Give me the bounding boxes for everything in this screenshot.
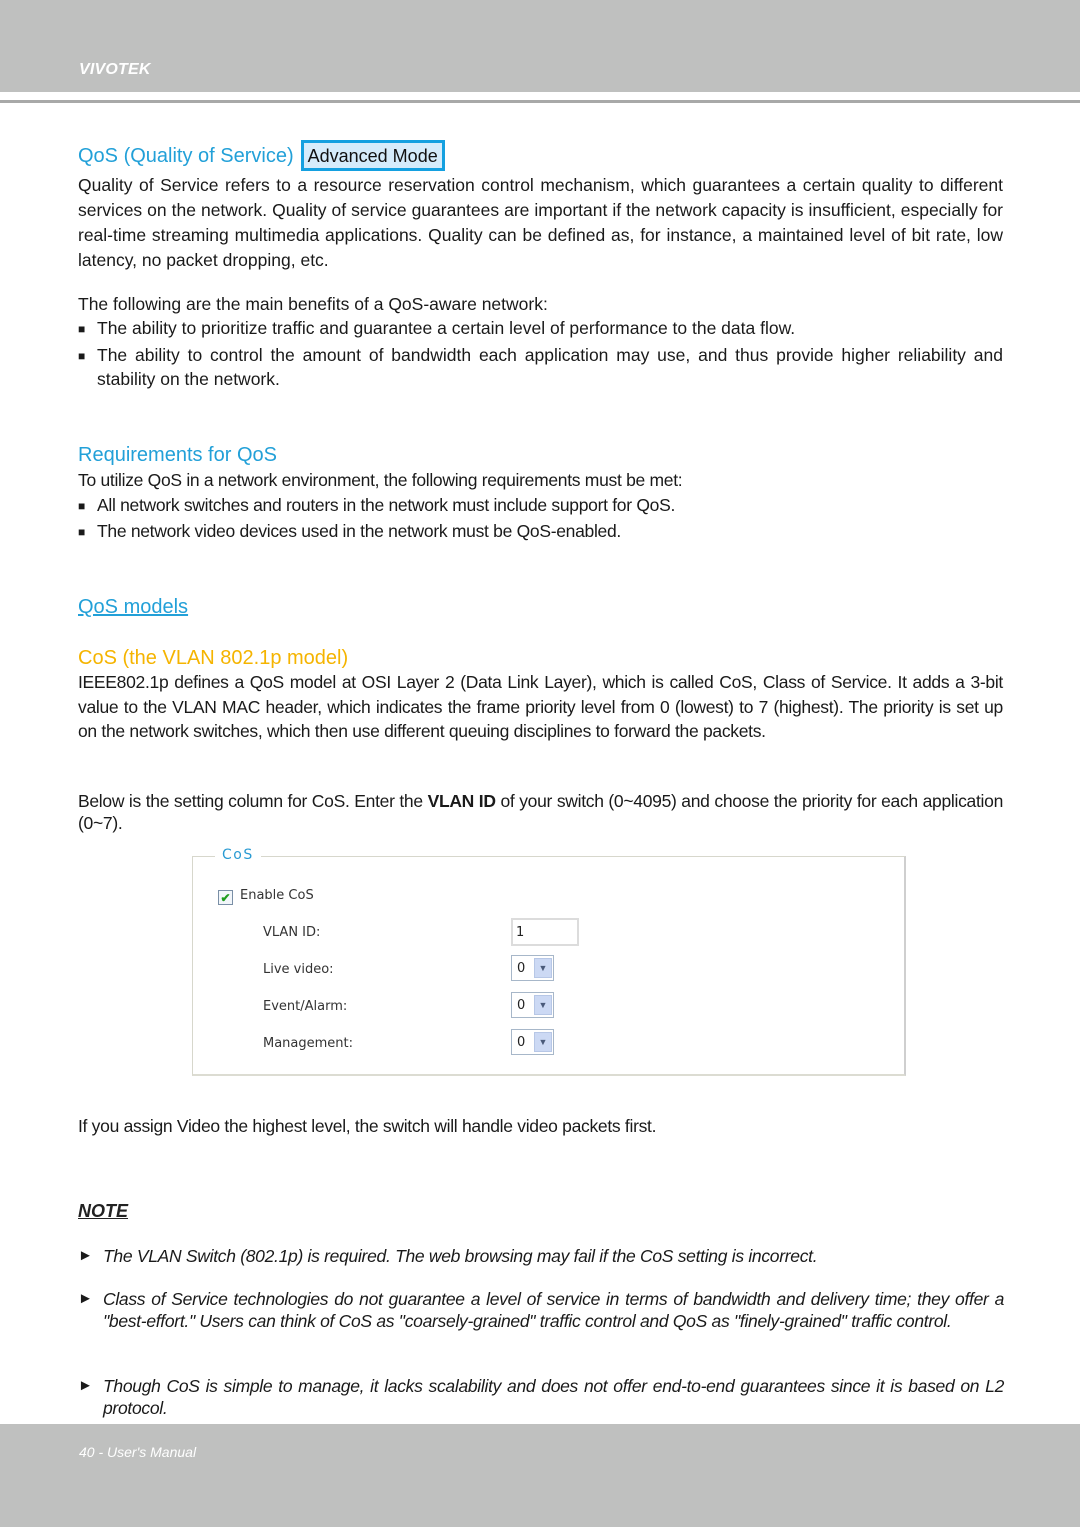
vlan-id-emphasis: VLAN ID: [427, 791, 496, 811]
section-title-cos: CoS (the VLAN 802.1p model): [78, 647, 349, 669]
cos-settings-panel: CoS ✔ Enable CoS VLAN ID: Live video: 0 …: [192, 847, 906, 1076]
chevron-down-icon: ▼: [534, 958, 552, 978]
requirements-list: ■ All network switches and routers in th…: [78, 493, 1003, 544]
checkmark-icon: ✔: [220, 890, 231, 905]
advanced-mode-badge[interactable]: Advanced Mode: [300, 140, 445, 171]
brand-logo: VIVOTEK: [79, 61, 151, 78]
chevron-down-icon: ▼: [534, 1032, 552, 1052]
management-label: Management:: [263, 1036, 354, 1051]
note-item: ► Class of Service technologies do not g…: [78, 1289, 1004, 1331]
list-item: ■ The network video devices used in the …: [78, 519, 1003, 544]
section-title-qos: QoS (Quality of Service): [78, 144, 294, 167]
page-number-label: 40 - User's Manual: [79, 1444, 197, 1460]
triangle-bullet-icon: ►: [78, 1247, 93, 1264]
benefits-list: ■ The ability to prioritize traffic and …: [78, 316, 1003, 391]
requirements-lead: To utilize QoS in a network environment,…: [78, 470, 683, 490]
management-select[interactable]: 0 ▼: [511, 1029, 554, 1055]
cos-description: IEEE802.1p defines a QoS model at OSI La…: [78, 672, 1003, 741]
enable-cos-checkbox[interactable]: ✔: [218, 890, 233, 905]
qos-intro: Quality of Service refers to a resource …: [78, 175, 1003, 270]
video-priority-note: If you assign Video the highest level, t…: [78, 1116, 657, 1136]
section-title-requirements: Requirements for QoS: [78, 444, 277, 466]
vlan-id-label: VLAN ID:: [263, 925, 321, 940]
event-alarm-label: Event/Alarm:: [263, 999, 348, 1014]
triangle-bullet-icon: ►: [78, 1290, 93, 1307]
cos-panel-legend: CoS: [215, 847, 261, 863]
header-divider: [0, 100, 1080, 103]
live-video-select[interactable]: 0 ▼: [511, 955, 554, 981]
event-alarm-select[interactable]: 0 ▼: [511, 992, 554, 1018]
cos-setting-lead: Below is the setting column for CoS. Ent…: [78, 791, 1004, 833]
bullet-square-icon: ■: [78, 349, 86, 363]
vlan-id-input[interactable]: [511, 918, 579, 946]
list-item: ■ The ability to prioritize traffic and …: [78, 316, 1003, 341]
list-item: ■ The ability to control the amount of b…: [78, 345, 1003, 389]
note-item: ► Though CoS is simple to manage, it lac…: [78, 1376, 1004, 1418]
bullet-square-icon: ■: [78, 525, 85, 539]
bullet-square-icon: ■: [78, 322, 86, 336]
note-heading: NOTE: [78, 1201, 129, 1221]
chevron-down-icon: ▼: [534, 995, 552, 1015]
header-band: [0, 0, 1080, 92]
enable-cos-label: Enable CoS: [240, 888, 314, 903]
triangle-bullet-icon: ►: [78, 1377, 93, 1394]
live-video-label: Live video:: [263, 962, 334, 977]
list-item: ■ All network switches and routers in th…: [78, 493, 1003, 518]
footer-band: [0, 1424, 1080, 1527]
note-item: ► The VLAN Switch (802.1p) is required. …: [78, 1246, 818, 1266]
qos-models-link[interactable]: QoS models: [78, 596, 188, 618]
benefits-lead: The following are the main benefits of a…: [78, 294, 548, 314]
bullet-square-icon: ■: [78, 499, 85, 513]
qos-title-row: QoS (Quality of Service) Advanced Mode: [78, 140, 445, 171]
